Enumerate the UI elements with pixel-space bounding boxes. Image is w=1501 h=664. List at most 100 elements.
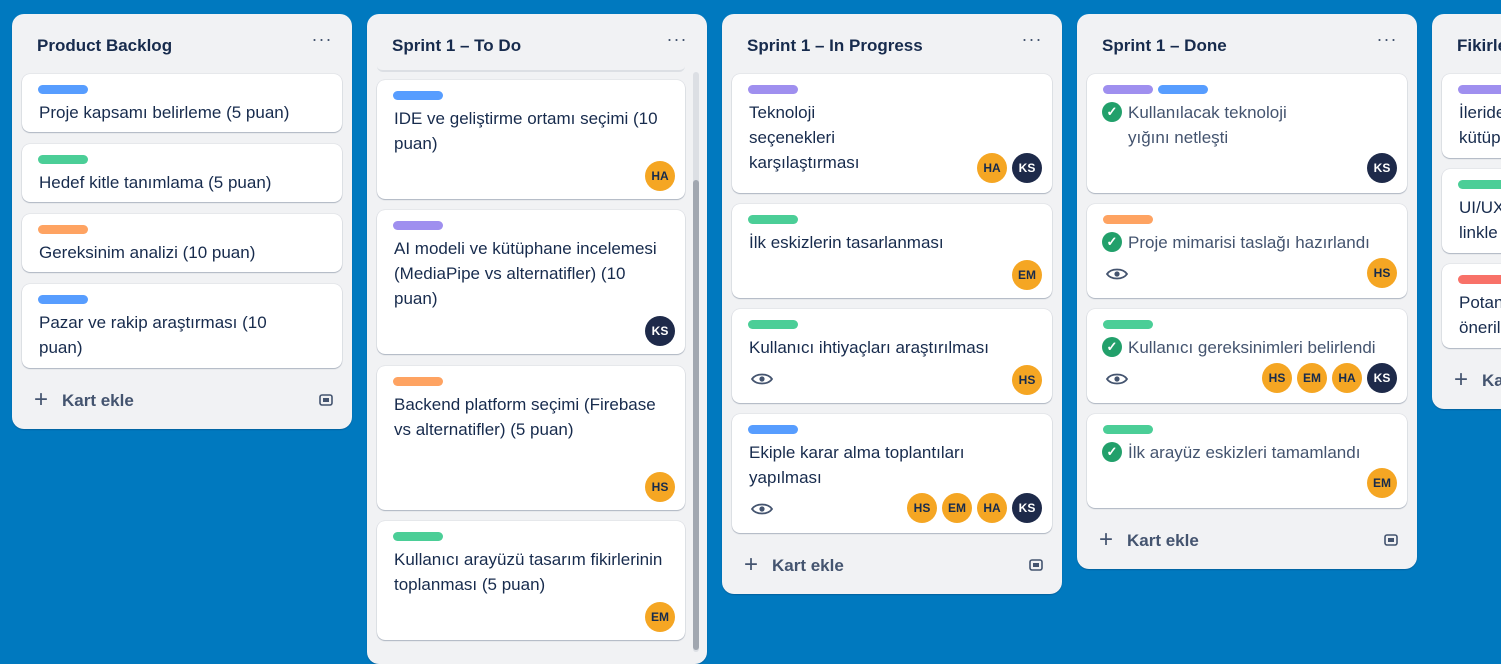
card-label[interactable] bbox=[1103, 320, 1153, 329]
member-avatar[interactable]: EM bbox=[942, 493, 972, 523]
member-avatar[interactable]: HA bbox=[645, 161, 675, 191]
member-avatar[interactable]: KS bbox=[1012, 493, 1042, 523]
member-avatar[interactable]: HS bbox=[1012, 365, 1042, 395]
member-avatar[interactable]: KS bbox=[1367, 363, 1397, 393]
card-title: AI modeli ve kütüphane incelemesi (Media… bbox=[394, 239, 657, 308]
member-avatar[interactable]: HA bbox=[977, 153, 1007, 183]
card[interactable]: ✓ Kullanıcı gereksinimleri belirlendi HS… bbox=[1087, 309, 1407, 403]
card-template-icon[interactable] bbox=[318, 392, 334, 408]
member-avatar[interactable]: EM bbox=[1012, 260, 1042, 290]
card[interactable]: İlk eskizlerin tasarlanması EM bbox=[732, 204, 1052, 298]
add-card-label: Kart ekle bbox=[62, 391, 134, 410]
watch-eye-icon bbox=[751, 373, 773, 385]
card[interactable]: Hedef kitle tanımlama (5 puan) bbox=[22, 144, 342, 202]
card-title: Potan öneril bbox=[1459, 293, 1501, 337]
watch-eye-icon bbox=[1106, 268, 1128, 280]
add-card-button[interactable]: + Kart ekle bbox=[1097, 525, 1399, 555]
list-sprint1-todo: Sprint 1 – To Do ··· IDE ve geliştirme o… bbox=[367, 14, 707, 664]
card[interactable]: İleride kütüp bbox=[1442, 74, 1501, 158]
card-label[interactable] bbox=[38, 155, 88, 164]
member-avatar[interactable]: HS bbox=[1262, 363, 1292, 393]
card-title: Ekiple karar alma toplantıları yapılması bbox=[749, 443, 965, 487]
member-avatar[interactable]: HA bbox=[1332, 363, 1362, 393]
list-title[interactable]: Sprint 1 – In Progress bbox=[747, 36, 923, 56]
card[interactable]: Potan öneril bbox=[1442, 264, 1501, 348]
card-label[interactable] bbox=[393, 221, 443, 230]
member-avatar[interactable]: HS bbox=[907, 493, 937, 523]
card-title: Backend platform seçimi (Firebase vs alt… bbox=[394, 395, 656, 439]
add-card-button[interactable]: + Kart ekle bbox=[742, 550, 1044, 580]
card[interactable]: UI/UX linkle bbox=[1442, 169, 1501, 253]
member-avatar[interactable]: EM bbox=[1367, 468, 1397, 498]
list-scrollbar[interactable] bbox=[693, 72, 699, 652]
card-label[interactable] bbox=[1458, 180, 1501, 189]
card-label[interactable] bbox=[748, 425, 798, 434]
card-label[interactable] bbox=[1103, 215, 1153, 224]
list-menu-icon[interactable]: ··· bbox=[1375, 30, 1399, 52]
list-title[interactable]: Sprint 1 – To Do bbox=[392, 36, 521, 56]
list-menu-icon[interactable]: ··· bbox=[1020, 30, 1044, 52]
card-title: Gereksinim analizi (10 puan) bbox=[39, 243, 256, 262]
card[interactable]: ✓ İlk arayüz eskizleri tamamlandı EM bbox=[1087, 414, 1407, 508]
add-card-label: Kart ekle bbox=[772, 556, 844, 575]
add-card-label: Kart ekle bbox=[1127, 531, 1199, 550]
card-label[interactable] bbox=[393, 532, 443, 541]
card-label[interactable] bbox=[393, 91, 443, 100]
card[interactable]: Backend platform seçimi (Firebase vs alt… bbox=[377, 366, 685, 510]
list-menu-icon[interactable]: ··· bbox=[310, 30, 334, 52]
card-title: Hedef kitle tanımlama (5 puan) bbox=[39, 173, 272, 192]
card-label[interactable] bbox=[748, 215, 798, 224]
card[interactable]: Gereksinim analizi (10 puan) bbox=[22, 214, 342, 272]
complete-check-icon[interactable]: ✓ bbox=[1102, 102, 1122, 122]
plus-icon: + bbox=[744, 551, 759, 578]
card-template-icon[interactable] bbox=[1383, 532, 1399, 548]
card-template-icon[interactable] bbox=[1028, 557, 1044, 573]
complete-check-icon[interactable]: ✓ bbox=[1102, 337, 1122, 357]
member-avatar[interactable]: KS bbox=[1012, 153, 1042, 183]
member-avatar[interactable]: EM bbox=[1297, 363, 1327, 393]
card-label[interactable] bbox=[38, 225, 88, 234]
card-label[interactable] bbox=[393, 377, 443, 386]
card[interactable]: Kullanıcı arayüzü tasarım fikirlerinin t… bbox=[377, 521, 685, 640]
card[interactable]: Proje kapsamı belirleme (5 puan) bbox=[22, 74, 342, 132]
card[interactable]: Ekiple karar alma toplantıları yapılması… bbox=[732, 414, 1052, 533]
list-menu-icon[interactable]: ··· bbox=[665, 30, 689, 52]
complete-check-icon[interactable]: ✓ bbox=[1102, 232, 1122, 252]
card-label[interactable] bbox=[748, 320, 798, 329]
card[interactable]: Teknoloji seçenekleri karşılaştırması HA… bbox=[732, 74, 1052, 193]
complete-check-icon[interactable]: ✓ bbox=[1102, 442, 1122, 462]
card-label[interactable] bbox=[38, 295, 88, 304]
member-avatar[interactable]: EM bbox=[645, 602, 675, 632]
list-title[interactable]: Product Backlog bbox=[37, 36, 172, 56]
add-card-button[interactable]: + Ka bbox=[1452, 365, 1501, 395]
card-title: İlk arayüz eskizleri tamamlandı bbox=[1128, 443, 1361, 462]
member-avatar[interactable]: HS bbox=[1367, 258, 1397, 288]
card-label[interactable] bbox=[1458, 85, 1501, 94]
plus-icon: + bbox=[34, 386, 49, 413]
plus-icon: + bbox=[1454, 366, 1469, 393]
member-avatar[interactable]: KS bbox=[1367, 153, 1397, 183]
card-title: Pazar ve rakip araştırması (10 puan) bbox=[39, 313, 267, 357]
card[interactable]: IDE ve geliştirme ortamı seçimi (10 puan… bbox=[377, 80, 685, 199]
card-title: Proje kapsamı belirleme (5 puan) bbox=[39, 103, 290, 122]
member-avatar[interactable]: HA bbox=[977, 493, 1007, 523]
card-label[interactable] bbox=[38, 85, 88, 94]
card[interactable]: Pazar ve rakip araştırması (10 puan) bbox=[22, 284, 342, 368]
card-label[interactable] bbox=[1458, 275, 1501, 284]
card-label[interactable] bbox=[748, 85, 798, 94]
card[interactable]: ✓ Proje mimarisi taslağı hazırlandı HS bbox=[1087, 204, 1407, 298]
member-avatar[interactable]: KS bbox=[645, 316, 675, 346]
add-card-button[interactable]: + Kart ekle bbox=[32, 385, 334, 415]
card[interactable]: AI modeli ve kütüphane incelemesi (Media… bbox=[377, 210, 685, 354]
list-title[interactable]: Sprint 1 – Done bbox=[1102, 36, 1227, 56]
card-title: İleride kütüp bbox=[1459, 103, 1501, 147]
card[interactable]: Kullanıcı ihtiyaçları araştırılması HS bbox=[732, 309, 1052, 403]
card-label[interactable] bbox=[1103, 425, 1153, 434]
card-label[interactable] bbox=[1158, 85, 1208, 94]
member-avatar[interactable]: HS bbox=[645, 472, 675, 502]
list-title[interactable]: Fikirle bbox=[1457, 36, 1501, 56]
card[interactable]: ✓ Kullanılacak teknoloji yığını netleşti… bbox=[1087, 74, 1407, 193]
scrollbar-thumb[interactable] bbox=[693, 180, 699, 650]
card-partial bbox=[377, 66, 685, 72]
card-label[interactable] bbox=[1103, 85, 1153, 94]
